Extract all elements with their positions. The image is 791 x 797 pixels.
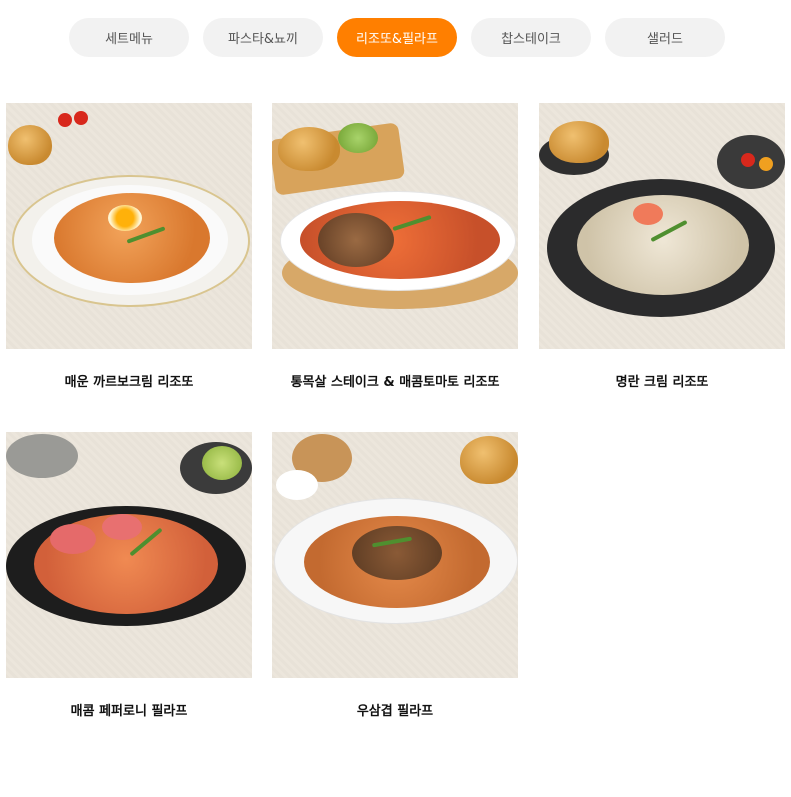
menu-card[interactable]: 매콤 페퍼로니 필라프 <box>6 432 252 719</box>
tab-set-menu[interactable]: 세트메뉴 <box>69 18 189 57</box>
menu-card[interactable]: 통목살 스테이크 & 매콤토마토 리조또 <box>272 103 518 390</box>
category-tabs: 세트메뉴 파스타&뇨끼 리조또&필라프 찹스테이크 샐러드 <box>69 18 725 57</box>
menu-photo-spicy-carbonara-risotto[interactable] <box>6 103 252 349</box>
tab-salad[interactable]: 샐러드 <box>605 18 725 57</box>
menu-name[interactable]: 우삼겹 필라프 <box>272 700 518 719</box>
menu-name[interactable]: 매운 까르보크림 리조또 <box>6 371 252 390</box>
menu-card[interactable]: 매운 까르보크림 리조또 <box>6 103 252 390</box>
menu-photo-pollack-roe-cream-risotto[interactable] <box>539 103 785 349</box>
menu-card[interactable]: 우삼겹 필라프 <box>272 432 518 719</box>
tab-risotto-pilaf[interactable]: 리조또&필라프 <box>337 18 457 57</box>
menu-name[interactable]: 명란 크림 리조또 <box>539 371 785 390</box>
menu-name[interactable]: 통목살 스테이크 & 매콤토마토 리조또 <box>272 371 518 390</box>
tab-pasta-gnocchi[interactable]: 파스타&뇨끼 <box>203 18 323 57</box>
menu-photo-steak-tomato-risotto[interactable] <box>272 103 518 349</box>
menu-photo-beef-brisket-pilaf[interactable] <box>272 432 518 678</box>
tab-chop-steak[interactable]: 찹스테이크 <box>471 18 591 57</box>
menu-photo-spicy-pepperoni-pilaf[interactable] <box>6 432 252 678</box>
menu-name[interactable]: 매콤 페퍼로니 필라프 <box>6 700 252 719</box>
menu-card[interactable]: 명란 크림 리조또 <box>539 103 785 390</box>
